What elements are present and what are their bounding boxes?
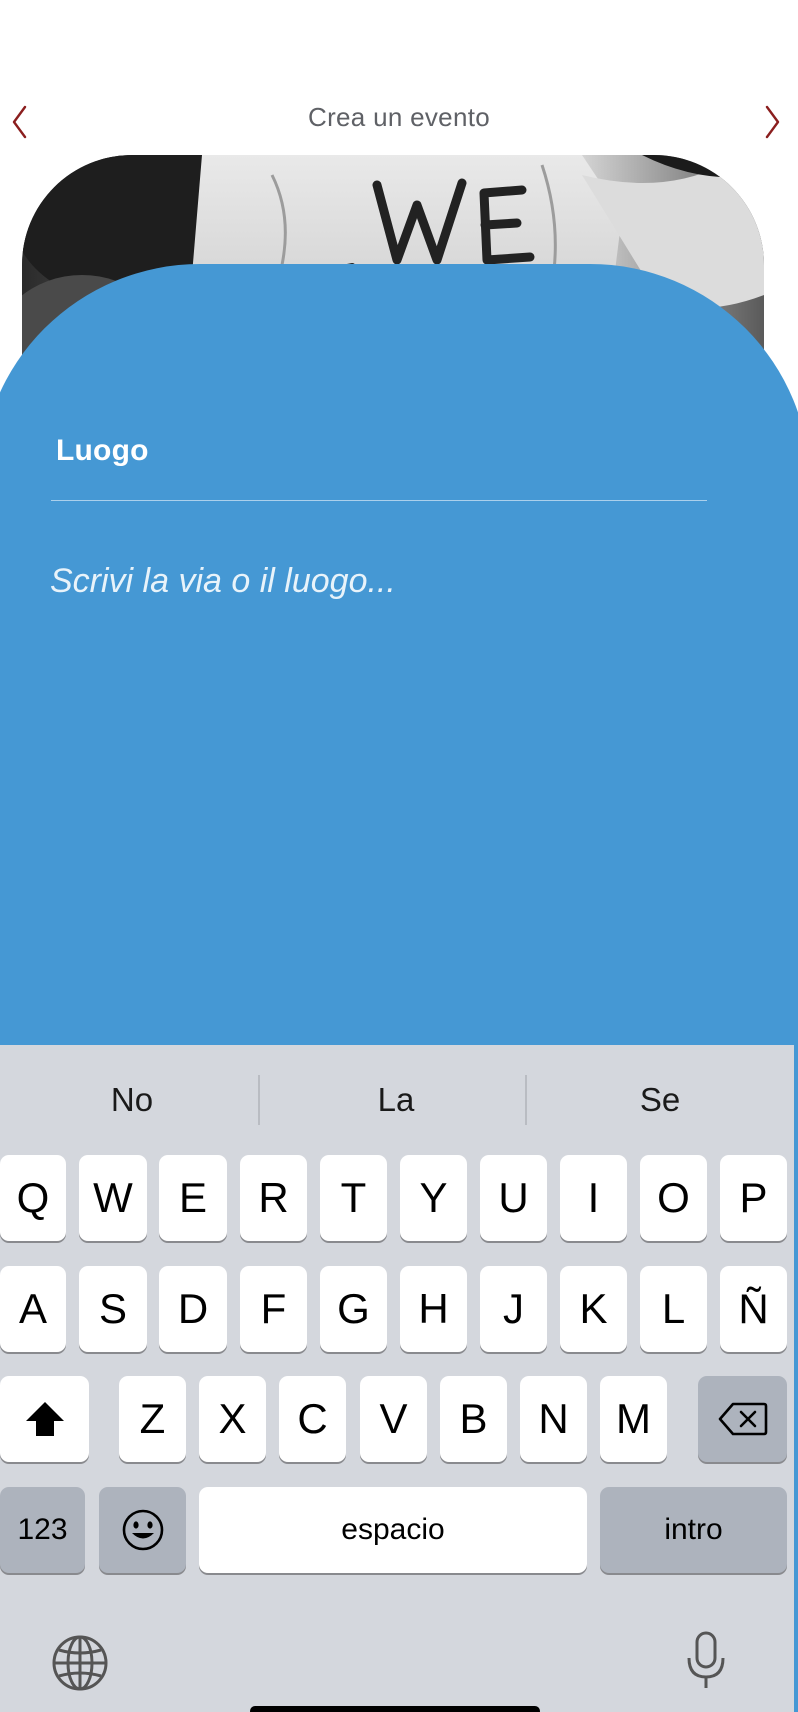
key-n[interactable]: N [520, 1376, 587, 1462]
keyboard: No La Se Q W E R T Y U I O P A S D F G H… [0, 1045, 794, 1712]
key-o[interactable]: O [640, 1155, 707, 1241]
key-u[interactable]: U [480, 1155, 547, 1241]
key-z[interactable]: Z [119, 1376, 186, 1462]
microphone-button[interactable] [671, 1626, 741, 1696]
key-j[interactable]: J [480, 1266, 547, 1352]
key-s[interactable]: S [79, 1266, 147, 1352]
form-panel [0, 264, 798, 1164]
key-w[interactable]: W [79, 1155, 147, 1241]
suggestion-1[interactable]: No [0, 1045, 264, 1155]
suggestion-divider [525, 1075, 527, 1125]
delete-key[interactable] [698, 1376, 787, 1462]
emoji-icon [122, 1509, 163, 1551]
suggestion-divider [258, 1075, 260, 1125]
microphone-icon [687, 1631, 725, 1688]
screen: Crea un evento Luogo Scrivi la via o il … [0, 0, 798, 1712]
location-input[interactable] [50, 555, 710, 607]
key-r[interactable]: R [240, 1155, 307, 1241]
key-a[interactable]: A [0, 1266, 66, 1352]
key-d[interactable]: D [159, 1266, 227, 1352]
space-key-label: espacio [341, 1513, 445, 1546]
key-n-tilde[interactable]: Ñ [720, 1266, 787, 1352]
numbers-key-label: 123 [17, 1513, 68, 1546]
key-f[interactable]: F [240, 1266, 307, 1352]
suggestion-bar: No La Se [0, 1045, 794, 1155]
key-c[interactable]: C [279, 1376, 346, 1462]
key-t[interactable]: T [320, 1155, 387, 1241]
suggestion-2[interactable]: La [264, 1045, 528, 1155]
key-q[interactable]: Q [0, 1155, 66, 1241]
key-p[interactable]: P [720, 1155, 787, 1241]
key-v[interactable]: V [360, 1376, 427, 1462]
globe-icon [52, 1635, 108, 1691]
home-indicator[interactable] [250, 1706, 540, 1712]
return-key[interactable]: intro [600, 1487, 787, 1573]
chevron-right-icon [765, 105, 780, 139]
globe-button[interactable] [45, 1628, 115, 1698]
location-label: Luogo [56, 434, 149, 467]
suggestion-3[interactable]: Se [528, 1045, 792, 1155]
next-button[interactable] [752, 102, 792, 142]
key-g[interactable]: G [320, 1266, 387, 1352]
numbers-key[interactable]: 123 [0, 1487, 85, 1573]
space-key[interactable]: espacio [199, 1487, 587, 1573]
key-x[interactable]: X [199, 1376, 266, 1462]
key-b[interactable]: B [440, 1376, 507, 1462]
header: Crea un evento [0, 90, 798, 150]
return-key-label: intro [664, 1513, 723, 1546]
delete-icon [718, 1402, 767, 1436]
key-l[interactable]: L [640, 1266, 707, 1352]
key-y[interactable]: Y [400, 1155, 467, 1241]
field-divider [51, 500, 707, 501]
key-e[interactable]: E [159, 1155, 227, 1241]
key-m[interactable]: M [600, 1376, 667, 1462]
key-h[interactable]: H [400, 1266, 467, 1352]
shift-key[interactable] [0, 1376, 89, 1462]
emoji-key[interactable] [99, 1487, 186, 1573]
panel-edge [794, 1045, 798, 1712]
key-i[interactable]: I [560, 1155, 627, 1241]
shift-icon [25, 1402, 64, 1436]
key-k[interactable]: K [560, 1266, 627, 1352]
page-title: Crea un evento [308, 102, 490, 132]
